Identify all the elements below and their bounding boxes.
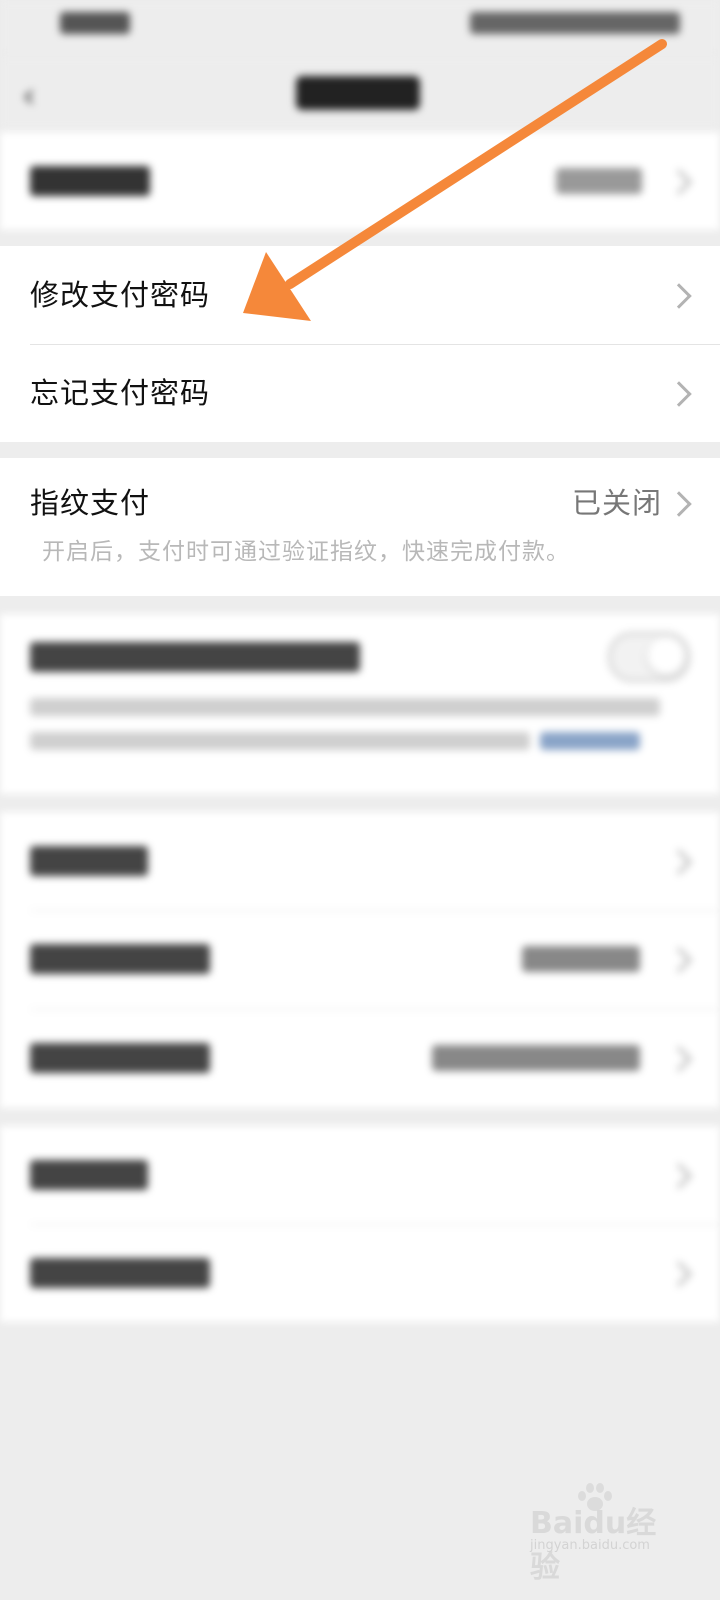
option-label[interactable]: [30, 1258, 210, 1288]
chevron-right-icon: [666, 283, 692, 309]
chevron-right-icon: [666, 381, 692, 407]
option-label[interactable]: [30, 944, 210, 974]
change-password-label: 修改支付密码: [30, 278, 211, 312]
option-label[interactable]: [30, 846, 148, 876]
option-value: [432, 1045, 640, 1071]
toggle-desc-line-2: [30, 732, 530, 750]
chevron-right-icon: [666, 1046, 692, 1072]
chevron-right-icon: [666, 947, 692, 973]
options-card-1: [0, 812, 720, 1108]
row-divider: [30, 1224, 720, 1225]
toggle-switch[interactable]: [608, 632, 690, 682]
watermark: Baidu经验 jingyan.baidu.com: [530, 1483, 670, 1585]
options-card-2: [0, 1126, 720, 1322]
chevron-right-icon: [666, 1163, 692, 1189]
real-name-label: [30, 166, 150, 196]
status-bar: [0, 0, 720, 56]
real-name-status: [556, 168, 642, 194]
option-label[interactable]: [30, 1043, 210, 1073]
row-divider: [30, 1009, 720, 1010]
watermark-url: jingyan.baidu.com: [530, 1538, 650, 1553]
forgot-password-row[interactable]: 忘记支付密码: [0, 345, 720, 442]
toggle-desc-link[interactable]: [540, 732, 640, 750]
fingerprint-card: 指纹支付 已关闭 开启后，支付时可通过验证指纹，快速完成付款。: [0, 458, 720, 596]
option-label[interactable]: [30, 1160, 148, 1190]
status-bar-carrier: [60, 12, 130, 34]
row-divider: [30, 910, 720, 911]
status-bar-indicators: [470, 12, 680, 34]
fingerprint-hint: 开启后，支付时可通过验证指纹，快速完成付款。: [42, 539, 570, 565]
option-value: [522, 946, 640, 972]
fingerprint-status: 已关闭: [571, 486, 662, 520]
chevron-right-icon: [666, 169, 692, 195]
chevron-right-icon: [666, 491, 692, 517]
fingerprint-label: 指纹支付: [30, 486, 151, 520]
password-card: 修改支付密码 忘记支付密码: [0, 246, 720, 442]
real-name-card[interactable]: [0, 132, 720, 230]
chevron-right-icon: [666, 849, 692, 875]
toggle-desc-line-1: [30, 698, 660, 716]
forgot-password-label: 忘记支付密码: [30, 376, 211, 410]
fingerprint-row[interactable]: 指纹支付 已关闭: [0, 458, 720, 548]
change-password-row[interactable]: 修改支付密码: [0, 246, 720, 344]
toggle-card: [0, 614, 720, 794]
nav-bar: ‹: [0, 56, 720, 130]
page-title: [296, 76, 420, 110]
chevron-right-icon: [666, 1261, 692, 1287]
back-arrow-icon[interactable]: ‹: [22, 76, 36, 116]
toggle-setting-label: [30, 642, 360, 672]
